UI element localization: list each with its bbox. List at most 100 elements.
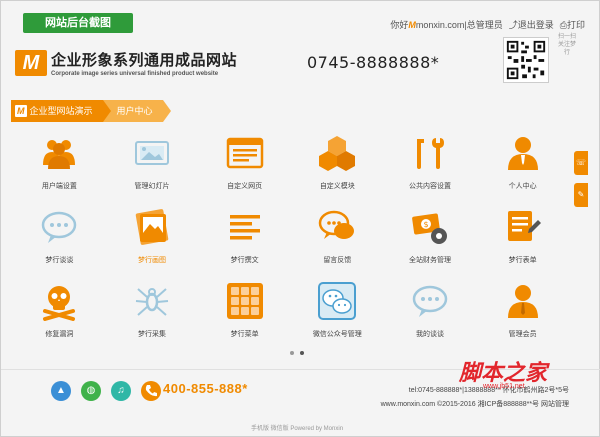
footer-bottom-links[interactable]: 手机版 微信版 Powered by Monxin xyxy=(251,423,343,432)
tile-label: 微信公众号管理 xyxy=(312,331,362,338)
top-bar: 你好Mmonxin.com|总管理员 ⤴退出登录 ⎙打印 xyxy=(390,18,585,31)
breadcrumb-current[interactable]: 用户中心 xyxy=(102,100,171,122)
menu-grid-icon xyxy=(226,283,263,319)
tile-feedback[interactable]: 留言反馈 xyxy=(291,203,384,269)
tile-form[interactable]: 梦行表单 xyxy=(476,203,569,269)
slides-icon xyxy=(134,141,169,165)
tile-label: 管理会员 xyxy=(508,331,537,338)
qr-code-icon xyxy=(506,40,546,80)
print-link[interactable]: ⎙打印 xyxy=(560,18,585,31)
form-icon xyxy=(507,211,541,241)
module-grid: 用户端设置 管理幻灯片 自定义网页 自定义模块 公共内容设置 个人中心 梦行谈谈… xyxy=(13,129,569,343)
tile-label: 梦行谈谈 xyxy=(45,257,74,264)
tile-picture[interactable]: 梦行画图 xyxy=(106,203,199,269)
users-icon xyxy=(43,140,76,169)
tile-user-settings[interactable]: 用户端设置 xyxy=(13,129,106,195)
picture-icon xyxy=(135,209,169,245)
logo-mark-icon: M xyxy=(15,50,47,76)
tile-public-content[interactable]: 公共内容设置 xyxy=(384,129,477,195)
tile-label: 梦行菜单 xyxy=(230,331,259,338)
tile-talk[interactable]: 梦行谈谈 xyxy=(13,203,106,269)
logout-link[interactable]: ⤴退出登录 xyxy=(509,18,554,31)
wechat-icon xyxy=(318,282,357,320)
tile-label: 梦行撰文 xyxy=(230,257,259,264)
messages-icon xyxy=(319,210,355,239)
tile-label: 我的谈谈 xyxy=(415,331,444,338)
tile-label: 留言反馈 xyxy=(323,257,352,264)
svg-text:$: $ xyxy=(423,220,428,229)
tile-custom-webpage[interactable]: 自定义网页 xyxy=(198,129,291,195)
spider-icon xyxy=(135,288,169,316)
pager-dot-active[interactable] xyxy=(300,351,304,355)
chat-bubble-icon xyxy=(42,211,77,243)
tile-label: 梦行采集 xyxy=(137,331,166,338)
logout-label: 退出登录 xyxy=(517,20,554,30)
phone-glyph-icon xyxy=(145,385,157,397)
tile-label: 管理幻灯片 xyxy=(134,183,170,190)
tile-label: 自定义网页 xyxy=(227,183,263,190)
phone-icon xyxy=(141,381,161,401)
watermark-url: www.jb51.net xyxy=(483,383,525,390)
site-logo[interactable]: M 企业形象系列通用成品网站 Corporate image series un… xyxy=(15,49,237,77)
header-phone: 0745-8888888* xyxy=(307,53,440,72)
tile-finance[interactable]: $ 全站财务管理 xyxy=(384,203,477,269)
side-tab-top[interactable]: ☏ xyxy=(574,151,588,175)
tile-label: 用户端设置 xyxy=(41,183,77,190)
logout-icon: ⤴ xyxy=(508,20,518,30)
webpage-icon xyxy=(226,137,263,169)
user-role: 总管理员 xyxy=(466,20,503,30)
tile-wechat[interactable]: 微信公众号管理 xyxy=(291,277,384,343)
tile-members[interactable]: 管理会员 xyxy=(476,277,569,343)
pager-dot[interactable] xyxy=(290,351,294,355)
bell-icon[interactable]: ♫ xyxy=(111,381,131,401)
site-title: 企业形象系列通用成品网站 xyxy=(51,52,238,69)
finance-icon: $ xyxy=(412,213,447,244)
wechat-footer-icon[interactable]: ◍ xyxy=(81,381,101,401)
app-frame: 网站后台截图 你好Mmonxin.com|总管理员 ⤴退出登录 ⎙打印 M 企业… xyxy=(0,0,600,437)
tile-custom-module[interactable]: 自定义模块 xyxy=(291,129,384,195)
site-subtitle: Corporate image series universal finishe… xyxy=(51,71,219,77)
brand-m-icon: M xyxy=(408,20,416,30)
member-icon xyxy=(507,285,538,318)
tile-label: 全站财务管理 xyxy=(408,257,451,264)
tile-label: 自定义模块 xyxy=(319,183,355,190)
tile-fix-bugs[interactable]: 修复漏洞 xyxy=(13,277,106,343)
article-icon xyxy=(229,215,260,240)
tile-menu[interactable]: 梦行菜单 xyxy=(198,277,291,343)
breadcrumb-home-label: 企业型网站演示 xyxy=(29,106,93,116)
tile-collect[interactable]: 梦行采集 xyxy=(106,277,199,343)
tile-my-talk[interactable]: 我的谈谈 xyxy=(384,277,477,343)
tile-slides[interactable]: 管理幻灯片 xyxy=(106,129,199,195)
breadcrumb-current-label: 用户中心 xyxy=(116,106,153,116)
skull-icon xyxy=(43,286,76,321)
pencil-icon: ✎ xyxy=(577,190,585,199)
tile-label: 梦行表单 xyxy=(508,257,537,264)
breadcrumb-logo-icon: M xyxy=(15,105,27,117)
tile-label: 公共内容设置 xyxy=(408,183,451,190)
personal-icon xyxy=(507,137,538,170)
cubes-icon xyxy=(319,136,356,171)
pager xyxy=(290,351,304,355)
tools-icon xyxy=(416,138,444,169)
tile-label: 梦行画图 xyxy=(137,257,166,264)
screenshot-tag: 网站后台截图 xyxy=(23,13,133,33)
tile-label: 修复漏洞 xyxy=(45,331,74,338)
tile-article[interactable]: 梦行撰文 xyxy=(198,203,291,269)
nav-up-icon[interactable]: ▲ xyxy=(51,381,71,401)
print-label: 打印 xyxy=(566,20,585,30)
qr-code xyxy=(503,37,549,83)
printer-icon: ⎙ xyxy=(559,20,567,30)
tile-personal-center[interactable]: 个人中心 xyxy=(476,129,569,195)
side-tab-edit[interactable]: ✎ xyxy=(574,183,588,207)
greeting: 你好Mmonxin.com|总管理员 xyxy=(390,18,502,31)
breadcrumb: M 企业型网站演示 用户中心 xyxy=(11,100,171,122)
qr-side-text: 扫一扫关注梦行 xyxy=(557,34,576,56)
my-chat-icon xyxy=(412,285,448,317)
side-tab-top-icon: ☏ xyxy=(575,158,586,167)
breadcrumb-home[interactable]: M 企业型网站演示 xyxy=(11,100,110,122)
footer-copyright: www.monxin.com ©2015-2016 湘ICP备888888**号… xyxy=(380,401,569,408)
site-name[interactable]: monxin.com xyxy=(416,20,465,30)
tile-label: 个人中心 xyxy=(508,183,537,190)
footer-phone: 400-855-888* xyxy=(163,381,248,396)
greeting-text: 你好 xyxy=(390,20,409,30)
